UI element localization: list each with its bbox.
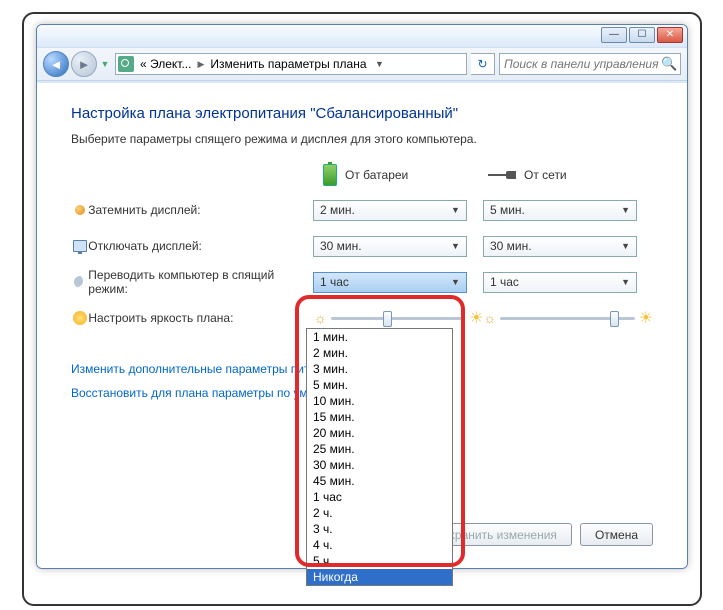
sun-dim-icon: ☼ [483,310,496,326]
dropdown-option[interactable]: Никогда [307,569,452,585]
page-title: Настройка плана электропитания "Сбаланси… [71,105,653,122]
page-subtitle: Выберите параметры спящего режима и дисп… [71,132,653,146]
close-button[interactable]: ✕ [657,27,683,43]
dropdown-option[interactable]: 1 мин. [307,329,452,345]
dropdown-option[interactable]: 3 мин. [307,361,452,377]
dropdown-option[interactable]: 3 ч. [307,521,452,537]
dropdown-option[interactable]: 2 ч. [307,505,452,521]
dropdown-option[interactable]: 2 мин. [307,345,452,361]
off-label: Отключать дисплей: [88,239,313,253]
brightness-battery-slider[interactable] [331,317,465,320]
control-panel-icon [118,56,134,72]
maximize-button[interactable]: ☐ [629,27,655,43]
off-plugged-select[interactable]: 30 мин.▼ [483,236,637,257]
breadcrumb-seg1[interactable]: « Элект... [136,57,195,71]
brightness-plugged-slider[interactable] [500,317,634,320]
dim-battery-select[interactable]: 2 мин.▼ [313,200,467,221]
dropdown-option[interactable]: 1 час [307,489,452,505]
nav-history-dropdown[interactable]: ▼ [99,53,111,75]
dropdown-option[interactable]: 4 ч. [307,537,452,553]
sun-bright-icon: ☀ [469,308,483,328]
address-bar[interactable]: « Элект... ▶ Изменить параметры плана ▼ [115,53,467,75]
dropdown-option[interactable]: 25 мин. [307,441,452,457]
slider-thumb[interactable] [383,311,392,327]
slider-thumb[interactable] [610,311,619,327]
search-box[interactable]: 🔍 [499,53,681,75]
dim-icon [75,205,85,215]
nav-forward-button[interactable]: ► [71,51,97,77]
breadcrumb-seg2[interactable]: Изменить параметры плана [206,57,370,71]
sleep-battery-dropdown-list[interactable]: 1 мин.2 мин.3 мин.5 мин.10 мин.15 мин.20… [306,328,453,586]
off-battery-select[interactable]: 30 мин.▼ [313,236,467,257]
dropdown-option[interactable]: 10 мин. [307,393,452,409]
dropdown-option[interactable]: 5 ч. [307,553,452,569]
refresh-button[interactable]: ↻ [471,53,495,75]
plug-icon [488,169,516,181]
col-header-battery: От батареи [345,168,408,182]
dropdown-option[interactable]: 5 мин. [307,377,452,393]
chevron-down-icon: ▼ [451,241,460,251]
titlebar: — ☐ ✕ [37,25,687,47]
dim-label: Затемнить дисплей: [88,203,313,217]
column-headers: От батареи От сети [323,164,653,186]
dim-plugged-select[interactable]: 5 мин.▼ [483,200,637,221]
chevron-down-icon: ▼ [451,205,460,215]
chevron-down-icon: ▼ [451,277,460,287]
chevron-down-icon: ▼ [621,205,630,215]
nav-back-button[interactable]: ◄ [43,51,69,77]
dropdown-option[interactable]: 20 мин. [307,425,452,441]
sleep-plugged-select[interactable]: 1 час▼ [483,272,637,293]
minimize-button[interactable]: — [601,27,627,43]
chevron-down-icon: ▼ [621,241,630,251]
chevron-down-icon: ▼ [621,277,630,287]
brightness-label: Настроить яркость плана: [88,311,314,325]
sleep-label: Переводить компьютер в спящий режим: [88,268,313,296]
battery-icon [323,164,337,186]
navbar: ◄ ► ▼ « Элект... ▶ Изменить параметры пл… [37,47,687,81]
breadcrumb-arrow-icon[interactable]: ▶ [195,59,206,70]
monitor-icon [73,240,87,252]
address-dropdown-icon[interactable]: ▼ [371,59,389,69]
col-header-plugged: От сети [524,168,567,182]
sleep-battery-select[interactable]: 1 час▼ [313,272,467,293]
dropdown-option[interactable]: 45 мин. [307,473,452,489]
dropdown-option[interactable]: 15 мин. [307,409,452,425]
moon-icon [74,276,86,288]
sun-dim-icon: ☼ [314,310,327,326]
sun-bright-icon: ☀ [639,308,653,328]
cancel-button[interactable]: Отмена [580,523,653,546]
search-icon[interactable]: 🔍 [661,56,677,72]
dropdown-option[interactable]: 30 мин. [307,457,452,473]
sun-icon [73,311,87,325]
search-input[interactable] [504,57,661,71]
